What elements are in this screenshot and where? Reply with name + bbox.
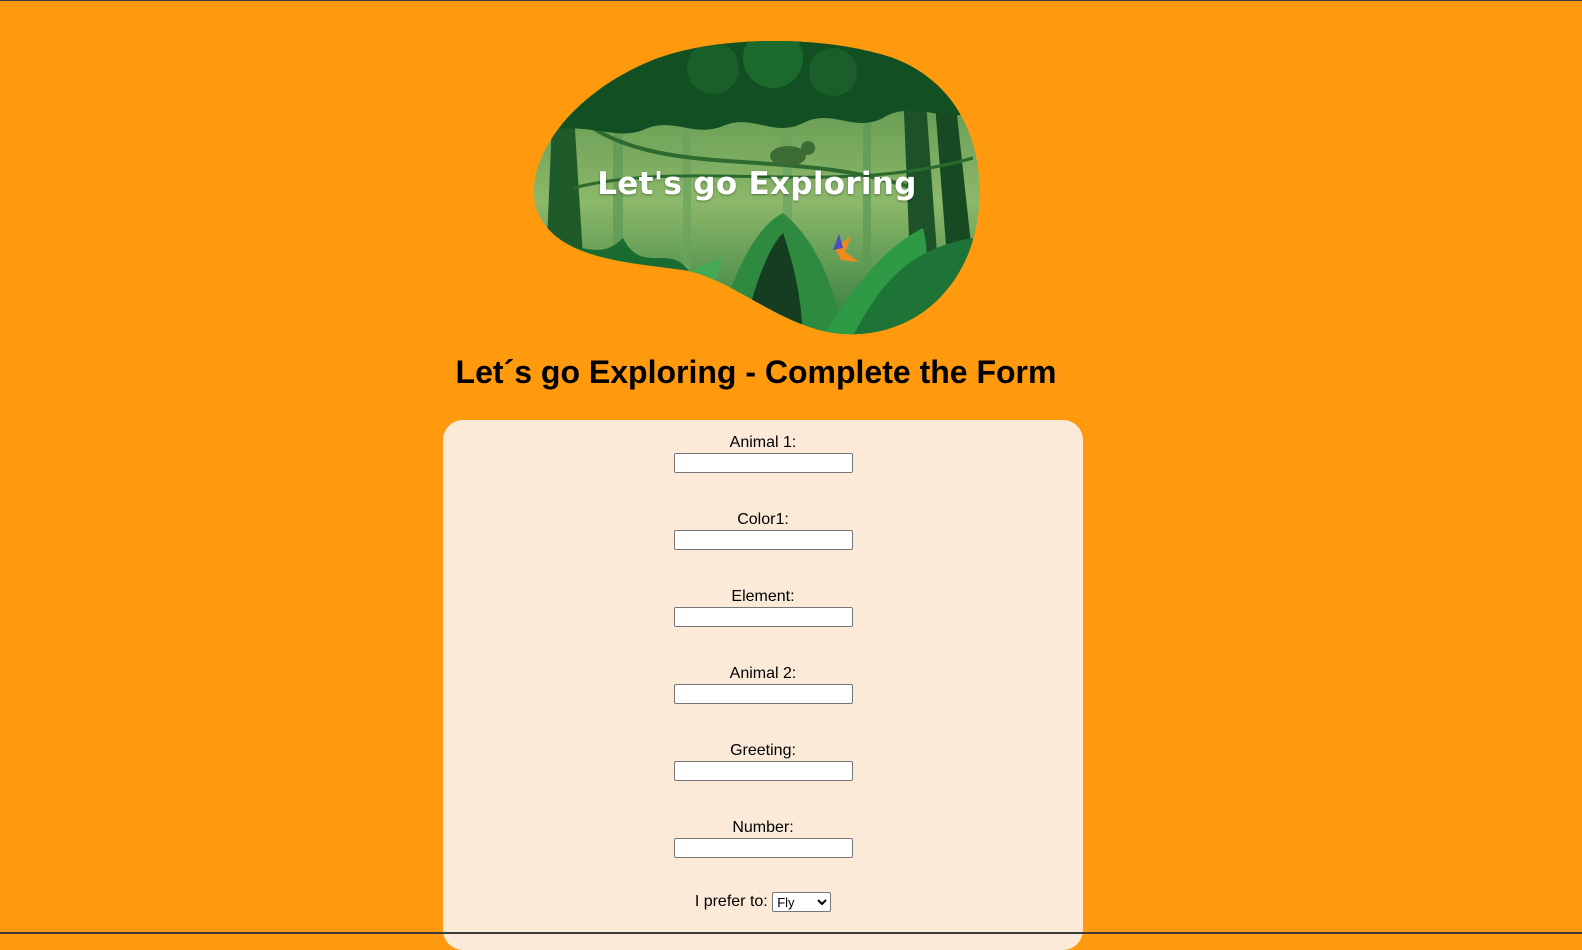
animal1-field: Animal 1: [443, 434, 1083, 473]
element-field: Element: [443, 588, 1083, 627]
preference-label: I prefer to: [694, 893, 768, 911]
animal1-label: Animal 1: [729, 434, 797, 451]
preference-row: I prefer to: Fly [443, 892, 1083, 912]
number-label: Number: [732, 819, 794, 836]
animal1-input[interactable] [673, 453, 853, 473]
page-title: Let´s go Exploring - Complete the Form [455, 354, 1057, 390]
number-field: Number: [443, 819, 1083, 858]
greeting-label: Greeting: [730, 742, 796, 759]
number-input[interactable] [673, 838, 853, 858]
window-top-border [0, 0, 1582, 1]
color1-label: Color1: [737, 511, 789, 528]
form-card: Animal 1: Color1: Element: Animal 2: Gre… [443, 420, 1083, 950]
color1-field: Color1: [443, 511, 1083, 550]
hero-jungle-image: Let's go Exploring [533, 38, 981, 336]
element-input[interactable] [673, 607, 853, 627]
greeting-input[interactable] [673, 761, 853, 781]
element-label: Element: [731, 588, 795, 605]
animal2-field: Animal 2: [443, 665, 1083, 704]
preference-select[interactable]: Fly [772, 892, 832, 912]
color1-input[interactable] [673, 530, 853, 550]
hero-banner-text: Let's go Exploring [597, 166, 917, 202]
greeting-field: Greeting: [443, 742, 1083, 781]
animal2-input[interactable] [673, 684, 853, 704]
animal2-label: Animal 2: [729, 665, 797, 682]
